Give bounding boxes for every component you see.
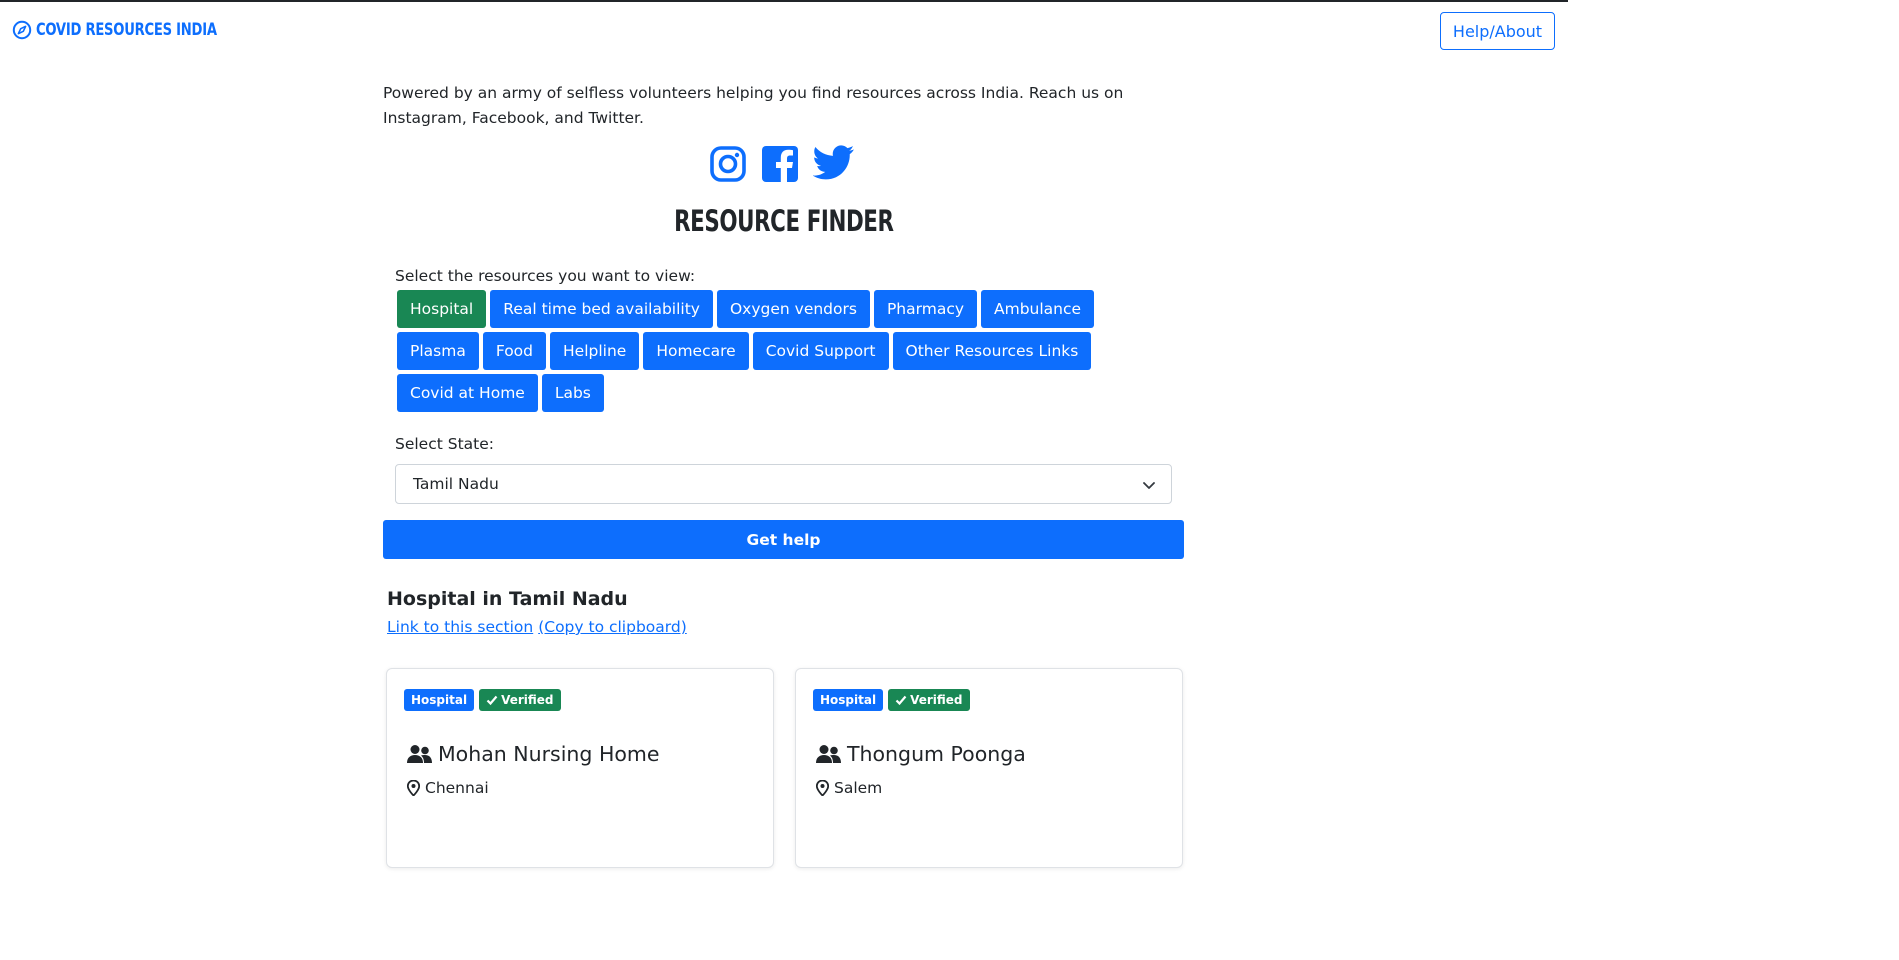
get-help-button[interactable]: Get help [383, 520, 1184, 559]
resource-card: Hospital Verified Thongum Poonga Salem [795, 668, 1183, 868]
twitter-icon[interactable] [812, 145, 854, 183]
brand-link[interactable]: Covid Resources India [12, 19, 246, 41]
resource-chip-row-2: Plasma Food Helpline Homecare Covid Supp… [397, 332, 1092, 370]
resource-chip-bed-availability[interactable]: Real time bed availability [490, 290, 713, 328]
verified-badge-label: Verified [501, 693, 554, 707]
card-badges: Hospital Verified [813, 689, 970, 711]
verified-badge: Verified [888, 689, 970, 711]
card-title: Thongum Poonga [816, 742, 1026, 766]
state-label: Select State: [395, 435, 494, 453]
card-city: Chennai [425, 779, 489, 797]
page-title: Resource Finder [0, 201, 1568, 241]
navbar: Covid Resources India Help/About [0, 2, 1568, 62]
instagram-icon[interactable] [709, 145, 747, 183]
type-badge: Hospital [404, 689, 475, 711]
resource-chip-pharmacy[interactable]: Pharmacy [873, 290, 978, 328]
resource-chip-oxygen-vendors[interactable]: Oxygen vendors [716, 290, 870, 328]
verified-badge-label: Verified [910, 693, 963, 707]
compass-icon [12, 20, 32, 40]
copy-to-clipboard-link[interactable]: (Copy to clipboard) [538, 618, 687, 636]
check-icon [895, 695, 907, 706]
resource-chip-covid-support[interactable]: Covid Support [752, 332, 889, 370]
brand-title: Covid Resources India [36, 20, 217, 40]
card-name: Thongum Poonga [847, 742, 1026, 766]
section-links: Link to this section (Copy to clipboard) [387, 616, 692, 638]
card-name: Mohan Nursing Home [438, 742, 660, 766]
state-select-value: Tamil Nadu [413, 475, 499, 493]
check-icon [486, 695, 498, 706]
card-city: Salem [834, 779, 883, 797]
resource-chip-food[interactable]: Food [482, 332, 546, 370]
users-icon [407, 745, 432, 763]
resource-chip-homecare[interactable]: Homecare [643, 332, 749, 370]
resource-chip-helpline[interactable]: Helpline [550, 332, 640, 370]
card-location: Salem [816, 779, 882, 797]
results-title: Hospital in Tamil Nadu [387, 588, 628, 610]
type-badge: Hospital [813, 689, 884, 711]
resource-chip-hospital[interactable]: Hospital [397, 290, 487, 328]
resource-chip-plasma[interactable]: Plasma [397, 332, 479, 370]
resource-chip-row-1: Hospital Real time bed availability Oxyg… [397, 290, 1095, 328]
resource-chip-labs[interactable]: Labs [541, 374, 604, 412]
help-about-button[interactable]: Help/About [1440, 12, 1555, 50]
map-marker-icon [816, 780, 829, 796]
card-location: Chennai [407, 779, 489, 797]
card-badges: Hospital Verified [404, 689, 561, 711]
resource-chip-covid-at-home[interactable]: Covid at Home [397, 374, 538, 412]
resource-chip-other-links[interactable]: Other Resources Links [892, 332, 1092, 370]
resources-label: Select the resources you want to view: [395, 267, 696, 285]
social-links [709, 145, 854, 183]
map-marker-icon [407, 780, 420, 796]
state-select[interactable]: Tamil Nadu [395, 464, 1172, 504]
page-title-text: Resource Finder [674, 204, 894, 238]
resource-chip-row-3: Covid at Home Labs [397, 374, 604, 412]
facebook-icon[interactable] [761, 145, 799, 183]
resource-card: Hospital Verified Mohan Nursing Home Che… [386, 668, 774, 868]
resource-chip-ambulance[interactable]: Ambulance [981, 290, 1095, 328]
users-icon [816, 745, 841, 763]
verified-badge: Verified [479, 689, 561, 711]
chevron-down-icon [1141, 477, 1157, 493]
section-link[interactable]: Link to this section [387, 618, 533, 636]
card-title: Mohan Nursing Home [407, 742, 660, 766]
intro-text: Powered by an army of selfless volunteer… [383, 84, 1124, 127]
